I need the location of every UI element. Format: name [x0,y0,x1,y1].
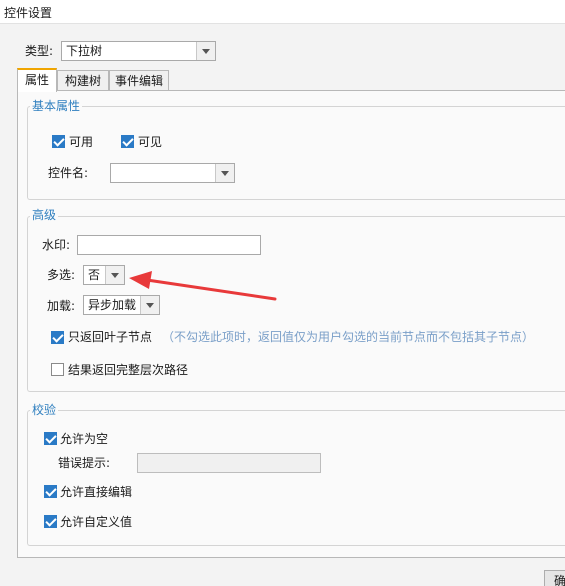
enabled-checkbox[interactable] [52,135,65,148]
multi-select-select[interactable]: 否 [83,265,125,285]
allow-custom-value-label: 允许自定义值 [60,515,133,529]
type-label: 类型: [25,44,54,58]
allow-custom-value-checkbox[interactable] [44,515,57,528]
basic-properties-group [27,106,565,200]
loading-select[interactable]: 异步加载 [83,295,160,315]
tab-event-edit[interactable]: 事件编辑 [109,70,169,92]
loading-value: 异步加载 [88,298,137,312]
allow-direct-edit-label: 允许直接编辑 [60,485,133,499]
visible-label: 可见 [138,135,163,149]
watermark-input[interactable] [77,235,261,255]
type-value: 下拉树 [66,44,103,58]
tab-label: 构建树 [64,74,101,88]
leaf-only-hint: （不勾选此项时，返回值仅为用户勾选的当前节点而不包括其子节点） [162,330,535,344]
enabled-label: 可用 [69,135,94,149]
chevron-down-icon[interactable] [196,42,215,60]
multi-select-value: 否 [88,268,101,282]
tab-properties[interactable]: 属性 [17,68,57,92]
widget-name-select[interactable] [110,163,235,183]
widget-name-label: 控件名: [48,166,89,180]
full-path-checkbox[interactable] [51,363,64,376]
window-title: 控件设置 [4,6,53,20]
chevron-down-icon[interactable] [105,266,124,284]
leaf-only-label: 只返回叶子节点 [68,330,153,344]
allow-empty-label: 允许为空 [60,432,109,446]
tab-label: 事件编辑 [114,74,163,88]
loading-label: 加载: [47,299,76,313]
tab-label: 属性 [24,73,49,87]
title-bar: 控件设置 [0,0,565,24]
full-path-label: 结果返回完整层次路径 [68,363,189,377]
ok-button-label: 确 [554,574,565,586]
multi-select-label: 多选: [47,268,76,282]
advanced-group-title: 高级 [30,208,59,222]
error-hint-input[interactable] [137,453,321,473]
allow-empty-checkbox[interactable] [44,432,57,445]
error-hint-label: 错误提示: [58,456,111,470]
watermark-label: 水印: [42,238,71,252]
ok-button[interactable]: 确 [544,570,565,586]
type-select[interactable]: 下拉树 [61,41,216,61]
leaf-only-checkbox[interactable] [51,331,64,344]
tab-build-tree[interactable]: 构建树 [57,70,109,92]
chevron-down-icon[interactable] [140,296,159,314]
allow-direct-edit-checkbox[interactable] [44,485,57,498]
chevron-down-icon[interactable] [215,164,234,182]
basic-group-title: 基本属性 [30,99,83,113]
validation-group-title: 校验 [30,403,59,417]
visible-checkbox[interactable] [121,135,134,148]
